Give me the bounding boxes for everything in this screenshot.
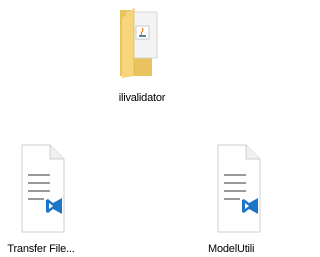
file-item-transfer-file[interactable]: Transfer File... — [0, 140, 82, 257]
folder-icon — [118, 4, 170, 82]
file-name-label: ilivalidator — [118, 92, 166, 104]
vscode-document-icon — [216, 144, 262, 234]
vscode-document-icon — [20, 144, 66, 234]
file-name-label: Transfer File... — [7, 243, 75, 255]
file-item-ilivalidator[interactable]: ilivalidator — [95, 0, 189, 110]
file-name-label: ModelUtili — [208, 243, 255, 255]
file-item-modelutili[interactable]: ModelUtili — [196, 140, 273, 257]
file-explorer-view: { "files": [ { "name": "ilivalidator", "… — [0, 0, 273, 257]
